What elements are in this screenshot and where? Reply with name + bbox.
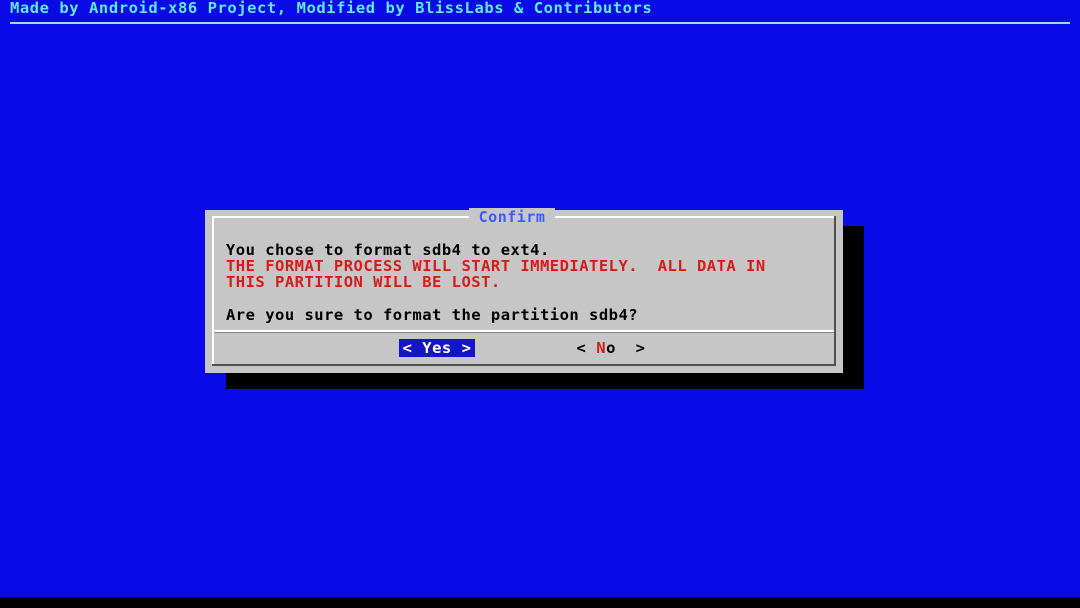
desktop-background: Made by Android-x86 Project, Modified by… [0,0,1080,597]
button-divider-shadow [214,332,834,333]
yes-button[interactable]: < Yes > [399,339,475,357]
yes-left-bracket: < [402,339,413,357]
no-button[interactable]: < No > [571,339,651,357]
question-text: Are you sure to format the partition sdb… [226,306,639,324]
yes-label: Yes [422,339,452,357]
dialog-border-bottom [212,364,836,366]
backtitle-rule [10,22,1070,24]
no-left-bracket: < [576,339,587,357]
yes-right-bracket: > [461,339,472,357]
no-hotkey: N [596,339,607,357]
dialog-title: Confirm [469,208,555,226]
backtitle: Made by Android-x86 Project, Modified by… [10,0,653,17]
dialog-border-top-left [212,216,469,218]
bottom-bar [0,597,1080,608]
dialog-border-left [212,216,214,365]
warning-text-line1: THE FORMAT PROCESS WILL START IMMEDIATEL… [226,257,766,275]
confirm-dialog: Confirm You chose to format sdb4 to ext4… [205,208,843,373]
warning-text-line2: THIS PARTITION WILL BE LOST. [226,273,501,291]
dialog-border-right [834,216,836,365]
no-label-rest: o [606,339,616,357]
message-text: You chose to format sdb4 to ext4. [226,241,550,259]
no-right-bracket: > [635,339,646,357]
dialog-border-top-right [555,216,835,218]
